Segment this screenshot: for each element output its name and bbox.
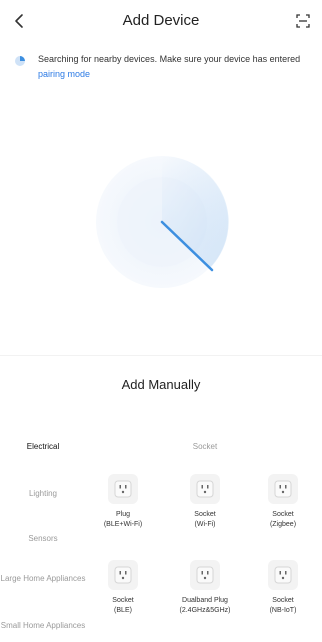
spinner-icon	[15, 56, 25, 66]
device-name: Socket (Wi-Fi)	[194, 511, 216, 528]
device-name: Socket (NB-IoT)	[269, 597, 297, 614]
device-plug-ble-wifi[interactable]: Plug (BLE+Wi-Fi)	[88, 474, 158, 530]
add-device-screen: Add Device Searching for nearby devices.…	[0, 0, 322, 642]
category-sensors[interactable]: Sensors	[0, 533, 86, 544]
device-socket-wifi[interactable]: Socket (Wi-Fi)	[170, 474, 240, 530]
socket-icon	[108, 560, 138, 590]
device-socket-zigbee[interactable]: Socket (Zigbee)	[248, 474, 318, 530]
category-large-home-appliances[interactable]: Large Home Appliances	[0, 573, 86, 584]
divider	[0, 355, 322, 356]
socket-icon	[268, 560, 298, 590]
scan-button[interactable]	[290, 8, 316, 34]
device-socket-ble[interactable]: Socket (BLE)	[88, 560, 158, 616]
socket-icon	[190, 560, 220, 590]
add-manually-title: Add Manually	[121, 377, 201, 392]
radar-scan-graphic	[96, 155, 229, 288]
device-dualband-plug[interactable]: Dualband Plug (2.4GHz&5GHz)	[163, 560, 247, 616]
header: Add Device	[0, 0, 322, 42]
device-name: Socket (BLE)	[112, 597, 134, 614]
socket-icon	[108, 474, 138, 504]
device-name: Plug (BLE+Wi-Fi)	[103, 511, 143, 528]
socket-icon	[190, 474, 220, 504]
socket-icon	[268, 474, 298, 504]
category-lighting[interactable]: Lighting	[0, 488, 86, 499]
section-title-socket: Socket	[192, 442, 218, 451]
category-electrical[interactable]: Electrical	[0, 441, 86, 452]
category-small-home-appliances[interactable]: Small Home Appliances	[0, 620, 86, 631]
pairing-mode-link[interactable]: pairing mode	[38, 69, 90, 79]
notice-message: Searching for nearby devices. Make sure …	[38, 54, 301, 64]
back-button[interactable]	[6, 8, 32, 34]
device-name: Socket (Zigbee)	[269, 511, 297, 528]
device-socket-nb-iot[interactable]: Socket (NB-IoT)	[248, 560, 318, 616]
scan-icon	[296, 14, 310, 28]
notice-text: Searching for nearby devices. Make sure …	[38, 52, 314, 82]
device-name: Dualband Plug (2.4GHz&5GHz)	[179, 597, 231, 614]
page-title: Add Device	[122, 12, 200, 29]
chevron-left-icon	[15, 14, 23, 28]
